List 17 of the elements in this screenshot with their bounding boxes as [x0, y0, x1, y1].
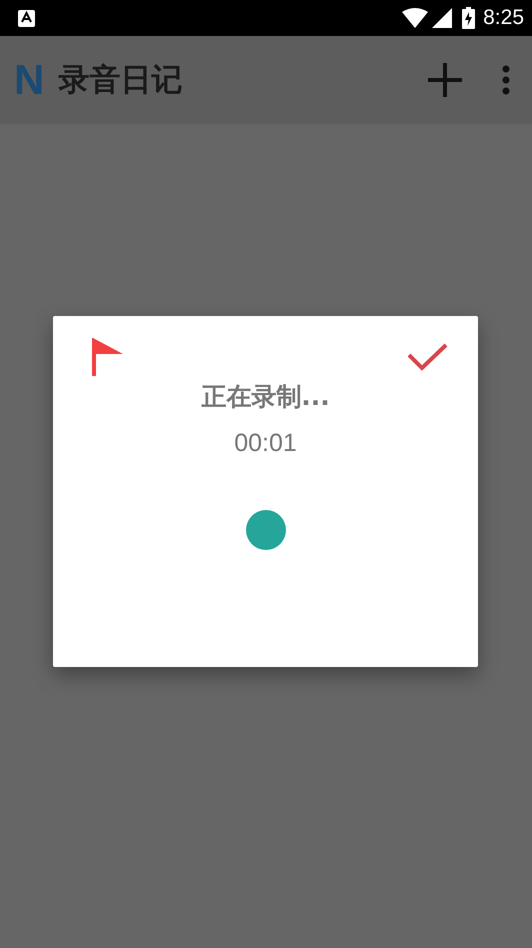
- flag-icon: [91, 338, 123, 376]
- signal-icon: [432, 8, 452, 28]
- app-title: 录音日记: [58, 61, 184, 100]
- checkmark-icon: [408, 343, 448, 371]
- notification-icon: [18, 10, 35, 26]
- recording-timer: 00:01: [234, 429, 297, 458]
- recording-indicator-icon: [246, 510, 286, 550]
- dialog-title: 正在录制...: [201, 381, 330, 413]
- flag-button[interactable]: [91, 338, 123, 376]
- battery-icon: [462, 7, 476, 29]
- plus-icon: [428, 63, 462, 97]
- more-icon: [502, 65, 510, 95]
- clock-time: 8:25: [483, 6, 524, 30]
- more-menu-button[interactable]: [502, 65, 510, 95]
- add-button[interactable]: [428, 63, 462, 97]
- app-logo: N: [14, 59, 44, 101]
- wifi-icon: [402, 8, 428, 28]
